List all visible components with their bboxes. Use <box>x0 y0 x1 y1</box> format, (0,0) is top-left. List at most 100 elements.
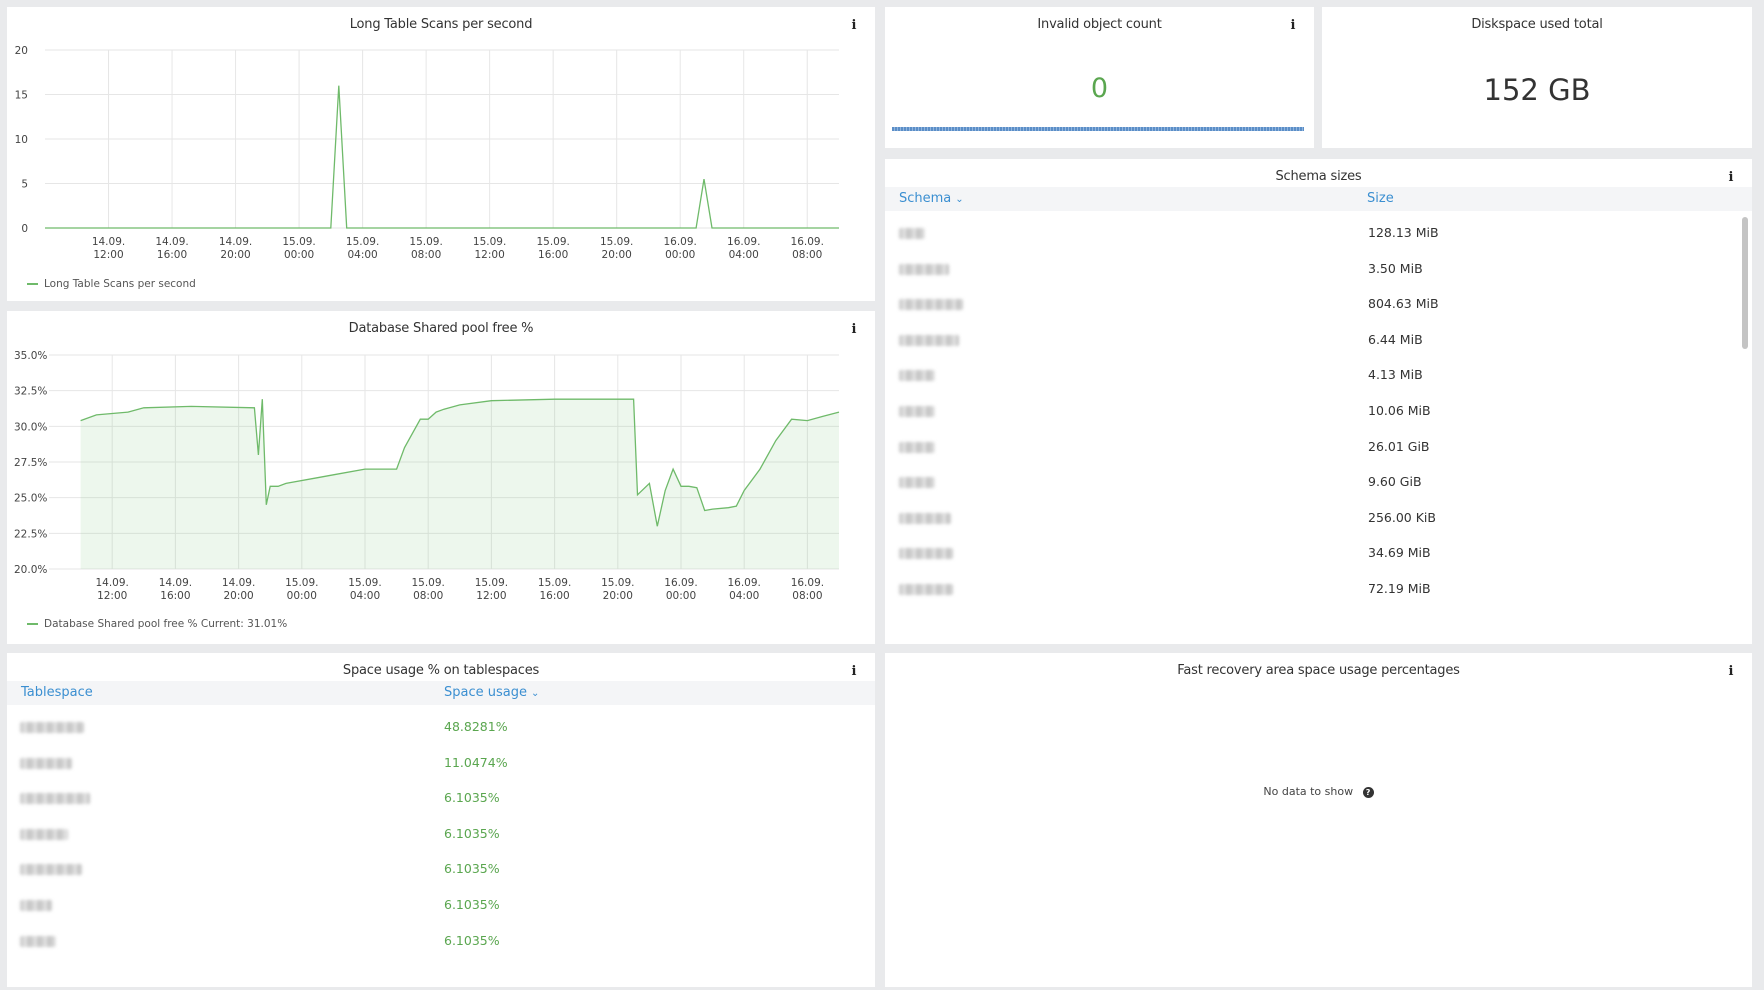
x-tick-label: 08:00 <box>411 249 441 261</box>
column-header-tablespace[interactable]: Tablespace <box>21 685 93 700</box>
info-icon[interactable]: i <box>1286 19 1300 33</box>
table-row[interactable]: 256.00 KiB <box>885 501 1752 537</box>
x-tick-label: 16:00 <box>538 249 568 261</box>
column-header-schema[interactable]: Schema ⌄ <box>899 191 964 206</box>
table-row[interactable]: 9.60 GiB <box>885 465 1752 501</box>
x-tick-label: 00:00 <box>287 590 317 602</box>
panel-title: Fast recovery area space usage percentag… <box>1177 663 1460 678</box>
info-icon[interactable]: i <box>847 665 861 679</box>
long-table-scans-chart: 0510152014.09.12:0014.09.16:0014.09.20:0… <box>15 45 839 261</box>
x-tick-label: 16.09. <box>791 577 824 589</box>
x-tick-label: 04:00 <box>347 249 377 261</box>
table-row[interactable]: 804.63 MiB <box>885 287 1752 323</box>
space-usage-cell: 6.1035% <box>444 790 500 806</box>
chart-legend[interactable]: Database Shared pool free % Current: 31.… <box>27 618 287 630</box>
x-tick-label: 08:00 <box>792 590 822 602</box>
panel-shared-pool: Database Shared pool free % i 20.0% 22.5%… <box>7 311 875 644</box>
x-tick-label: 00:00 <box>665 249 695 261</box>
table-row[interactable]: 11.0474% <box>7 746 875 782</box>
table-row[interactable]: 6.44 MiB <box>885 323 1752 359</box>
table-row[interactable]: 26.01 GiB <box>885 430 1752 466</box>
x-tick-label: 08:00 <box>413 590 443 602</box>
redacted-schema-name <box>899 477 935 489</box>
scrollbar[interactable] <box>1742 217 1748 349</box>
schema-size-cell: 72.19 MiB <box>1368 581 1431 596</box>
panel-invalid-objects: Invalid object count i 0 <box>885 7 1314 148</box>
x-tick-label: 20:00 <box>220 249 250 261</box>
legend-label: Long Table Scans per second <box>44 278 196 290</box>
x-tick-label: 15.09. <box>282 236 315 248</box>
table-row[interactable]: 10.06 MiB <box>885 394 1752 430</box>
schema-size-cell: 128.13 MiB <box>1368 225 1439 240</box>
panel-diskspace: Diskspace used total 152 GB <box>1322 7 1752 148</box>
y-tick-label: 15 <box>15 90 28 102</box>
x-tick-label: 15.09. <box>538 577 571 589</box>
diskspace-value: 152 GB <box>1483 73 1591 107</box>
schema-size-cell: 10.06 MiB <box>1368 403 1431 418</box>
x-tick-label: 15.09. <box>473 236 506 248</box>
x-tick-label: 12:00 <box>475 249 505 261</box>
x-tick-label: 14.09. <box>95 577 128 589</box>
redacted-tablespace-name <box>20 828 68 840</box>
column-header-size[interactable]: Size <box>1367 191 1394 206</box>
x-tick-label: 14.09. <box>219 236 252 248</box>
schema-size-cell: 3.50 MiB <box>1368 260 1423 276</box>
x-tick-label: 16.09. <box>727 236 760 248</box>
column-header-space-usage[interactable]: Space usage ⌄ <box>444 685 539 700</box>
x-tick-label: 00:00 <box>666 590 696 602</box>
y-tick-label: 25.0% <box>14 493 47 505</box>
redacted-tablespace-name <box>20 793 90 805</box>
table-header: Tablespace Space usage ⌄ <box>7 681 875 705</box>
x-tick-label: 15.09. <box>600 236 633 248</box>
schema-size-cell: 804.63 MiB <box>1368 296 1439 312</box>
chart-legend[interactable]: Long Table Scans per second <box>27 278 196 290</box>
redacted-schema-name <box>899 548 953 560</box>
x-tick-label: 16.09. <box>791 236 824 248</box>
redacted-schema-name <box>899 512 951 524</box>
x-tick-label: 20:00 <box>603 590 633 602</box>
table-row[interactable]: 6.1035% <box>7 781 875 817</box>
series-line <box>45 85 839 229</box>
space-usage-cell: 11.0474% <box>444 754 508 770</box>
x-tick-label: 15.09. <box>475 577 508 589</box>
chevron-down-icon: ⌄ <box>530 688 540 699</box>
x-tick-label: 04:00 <box>350 590 380 602</box>
table-row[interactable]: 6.1035% <box>7 888 875 924</box>
x-tick-label: 15.09. <box>346 236 379 248</box>
schema-size-cell: 26.01 GiB <box>1368 438 1430 454</box>
redacted-tablespace-name <box>20 722 84 733</box>
space-usage-cell: 6.1035% <box>444 932 500 948</box>
table-row[interactable]: 6.1035% <box>7 852 875 888</box>
x-tick-label: 15.09. <box>348 577 381 589</box>
table-row[interactable]: 72.19 MiB <box>885 572 1752 608</box>
table-row[interactable]: 34.69 MiB <box>885 536 1752 572</box>
x-tick-label: 04:00 <box>729 590 759 602</box>
y-tick-label: 20.0% <box>14 564 47 576</box>
x-tick-label: 12:00 <box>476 590 506 602</box>
table-row[interactable]: 4.13 MiB <box>885 358 1752 394</box>
legend-label: Database Shared pool free % Current: 31.… <box>44 618 288 630</box>
table-row[interactable]: 6.1035% <box>7 817 875 853</box>
series-area <box>80 399 840 569</box>
x-tick-label: 15.09. <box>409 236 442 248</box>
info-icon[interactable]: i <box>1724 665 1738 679</box>
table-row[interactable]: 48.8281% <box>7 710 875 746</box>
info-icon[interactable]: i <box>1724 171 1738 185</box>
redacted-schema-name <box>899 299 963 311</box>
redacted-schema-name <box>899 228 925 239</box>
legend-swatch <box>27 283 38 285</box>
question-circle-icon[interactable]: ? <box>1362 787 1374 798</box>
chevron-down-icon: ⌄ <box>955 194 964 205</box>
x-tick-label: 15.09. <box>536 236 569 248</box>
panel-schema-sizes: Schema sizes i Schema ⌄ Size 128.13 MiB 3.… <box>885 159 1752 644</box>
empty-state: No data to show ? <box>885 785 1752 798</box>
table-row[interactable]: 6.1035% <box>7 924 875 960</box>
x-tick-label: 16.09. <box>663 236 696 248</box>
sparkline <box>892 127 1304 131</box>
x-tick-label: 00:00 <box>284 249 314 261</box>
redacted-schema-name <box>899 263 949 275</box>
table-row[interactable]: 128.13 MiB <box>885 216 1752 252</box>
table-row[interactable]: 3.50 MiB <box>885 252 1752 288</box>
x-tick-label: 16.09. <box>727 577 760 589</box>
space-usage-cell: 6.1035% <box>444 897 500 912</box>
